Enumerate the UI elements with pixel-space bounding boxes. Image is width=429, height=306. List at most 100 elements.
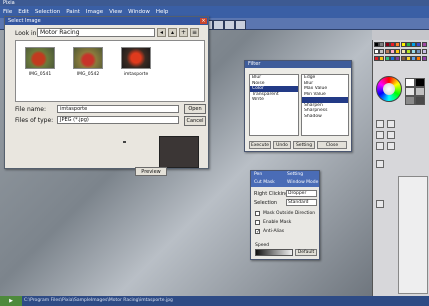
palette-swatch[interactable]: [374, 56, 379, 61]
toolbar-button[interactable]: [213, 20, 224, 30]
speed-slider[interactable]: [255, 249, 293, 256]
new-layer-icon[interactable]: [376, 200, 384, 208]
enable-mask-checkbox[interactable]: [255, 220, 260, 225]
right-clicking-dropdown[interactable]: Dropper: [286, 190, 317, 197]
palette-swatch[interactable]: [389, 49, 395, 54]
brush-tool-icon[interactable]: [376, 120, 384, 128]
palette-swatch[interactable]: [421, 42, 427, 47]
gray-swatch[interactable]: [415, 87, 425, 96]
gray-swatch[interactable]: [415, 78, 425, 87]
setting-button[interactable]: Setting: [293, 141, 315, 149]
palette-swatch[interactable]: [405, 49, 411, 54]
gray-swatch[interactable]: [405, 96, 415, 105]
color-palette[interactable]: [374, 42, 427, 70]
palette-swatch[interactable]: [389, 56, 395, 61]
palette-swatch[interactable]: [384, 56, 390, 61]
palette-swatch[interactable]: [400, 56, 406, 61]
file-name-label[interactable]: IMG_0542: [70, 72, 106, 77]
palette-swatch[interactable]: [389, 42, 395, 47]
palette-swatch[interactable]: [379, 56, 385, 61]
status-bar: C:\Program Files\Pixia\SampleImages\Moto…: [0, 296, 429, 306]
gray-swatch[interactable]: [405, 78, 415, 87]
color-wheel-center[interactable]: [383, 83, 395, 95]
look-in-dropdown[interactable]: Motor Racing: [37, 28, 155, 37]
palette-swatch[interactable]: [384, 42, 390, 47]
gray-swatch[interactable]: [405, 87, 415, 96]
enable-mask-label: Enable Mask: [263, 220, 292, 225]
view-menu-icon[interactable]: ≡: [190, 28, 199, 37]
palette-swatch[interactable]: [400, 49, 406, 54]
menu-paint[interactable]: Paint: [66, 9, 80, 15]
tab-setting[interactable]: Setting: [287, 172, 303, 177]
start-button[interactable]: ▶: [0, 296, 22, 306]
default-button[interactable]: Default: [295, 249, 317, 256]
palette-swatch[interactable]: [400, 42, 406, 47]
layer-icon[interactable]: [376, 160, 384, 168]
open-button[interactable]: Open: [184, 104, 206, 114]
palette-swatch[interactable]: [379, 42, 385, 47]
preview-button[interactable]: Preview: [135, 167, 167, 176]
fill-tool-icon[interactable]: [376, 142, 384, 150]
anti-alias-checkbox[interactable]: ✓: [255, 229, 260, 235]
palette-swatch[interactable]: [395, 56, 401, 61]
menu-window[interactable]: Window: [128, 9, 150, 15]
filter-item-list[interactable]: Edge Blur Max Value Min Value Sharpen Sharpne…: [301, 74, 349, 136]
menu-view[interactable]: View: [109, 9, 122, 15]
selection-dropdown[interactable]: Standard: [286, 199, 317, 206]
undo-button[interactable]: Undo: [273, 141, 291, 149]
layer-list[interactable]: [398, 176, 428, 294]
palette-swatch[interactable]: [395, 49, 401, 54]
palette-swatch[interactable]: [416, 56, 422, 61]
dropper-tool-icon[interactable]: [387, 142, 395, 150]
palette-swatch[interactable]: [379, 49, 385, 54]
palette-swatch[interactable]: [411, 56, 417, 61]
file-thumbnail[interactable]: [25, 47, 55, 69]
menu-image[interactable]: Image: [86, 9, 103, 15]
palette-swatch[interactable]: [411, 42, 417, 47]
tab-cut-mask[interactable]: Cut Mask: [254, 180, 275, 185]
palette-swatch[interactable]: [374, 42, 379, 47]
toolbar-button[interactable]: [235, 20, 246, 30]
filter-item[interactable]: Shadow: [302, 114, 348, 120]
palette-swatch[interactable]: [384, 49, 390, 54]
palette-swatch[interactable]: [395, 42, 401, 47]
up-folder-icon[interactable]: ▴: [168, 28, 177, 37]
palette-swatch[interactable]: [416, 42, 422, 47]
eraser-tool-icon[interactable]: [387, 131, 395, 139]
palette-swatch[interactable]: [416, 49, 422, 54]
new-folder-icon[interactable]: +: [179, 28, 188, 37]
menu-edit[interactable]: Edit: [18, 9, 29, 15]
palette-swatch[interactable]: [405, 56, 411, 61]
palette-swatch[interactable]: [411, 49, 417, 54]
tab-window-mode[interactable]: Window Mode: [287, 180, 318, 185]
menu-file[interactable]: File: [3, 9, 12, 15]
pencil-tool-icon[interactable]: [387, 120, 395, 128]
menu-selection[interactable]: Selection: [35, 9, 60, 15]
airbrush-tool-icon[interactable]: [376, 131, 384, 139]
color-swatches[interactable]: [405, 78, 425, 106]
gray-swatch[interactable]: [415, 96, 425, 105]
file-name-label[interactable]: imtasporte: [118, 72, 154, 77]
file-thumbnail[interactable]: [121, 47, 151, 69]
selection-label: Selection: [254, 200, 278, 206]
filter-category-list[interactable]: Blur Noise Color Transparent Write: [249, 74, 299, 136]
palette-swatch[interactable]: [421, 56, 427, 61]
toolbar-button[interactable]: [224, 20, 235, 30]
file-thumbnail[interactable]: [73, 47, 103, 69]
back-icon[interactable]: ◂: [157, 28, 166, 37]
tab-pen[interactable]: Pen: [254, 172, 262, 177]
cancel-button[interactable]: Cancel: [184, 116, 206, 126]
execute-button[interactable]: Execute: [249, 141, 271, 149]
palette-swatch[interactable]: [421, 49, 427, 54]
file-name-field[interactable]: imtasporte: [57, 105, 179, 113]
close-button[interactable]: Close: [317, 141, 347, 149]
filter-dialog-title: Filter: [245, 61, 351, 68]
filter-category-item[interactable]: Write: [250, 97, 298, 103]
palette-swatch[interactable]: [374, 49, 379, 54]
file-type-dropdown[interactable]: JPEG (*.jpg): [57, 116, 179, 124]
file-name-label[interactable]: IMG_0541: [22, 72, 58, 77]
mask-outside-checkbox[interactable]: [255, 211, 260, 216]
close-icon[interactable]: ×: [200, 18, 207, 24]
menu-help[interactable]: Help: [156, 9, 169, 15]
palette-swatch[interactable]: [405, 42, 411, 47]
